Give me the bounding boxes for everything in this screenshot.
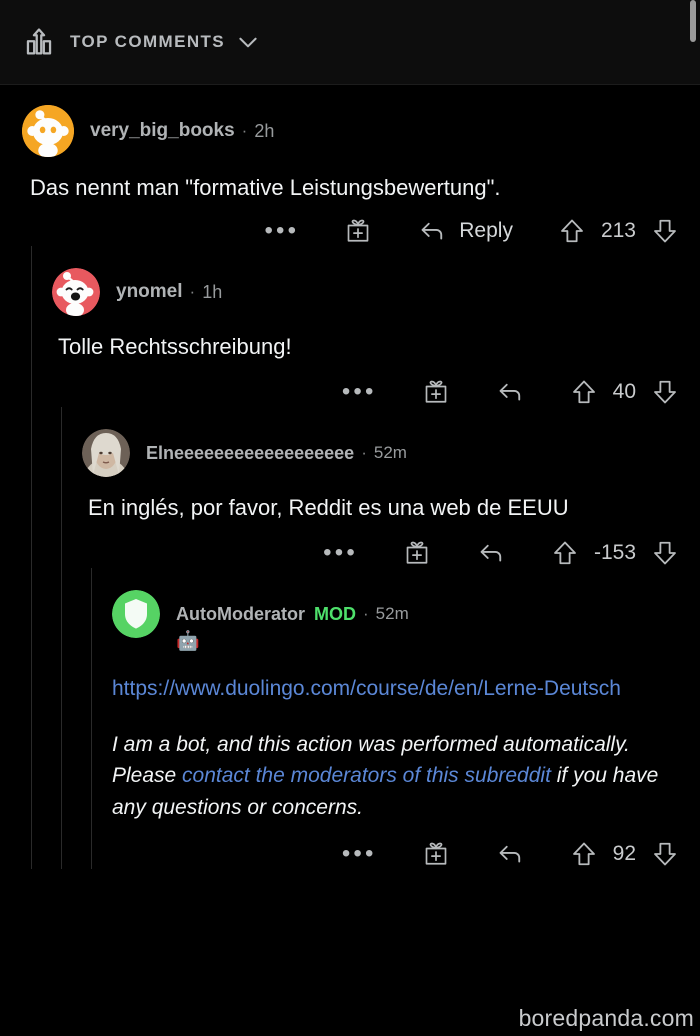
robot-emoji: 🤖	[176, 631, 200, 653]
downvote-button[interactable]	[650, 538, 680, 568]
award-button[interactable]	[402, 538, 432, 568]
upvote-button[interactable]	[550, 538, 580, 568]
downvote-button[interactable]	[650, 377, 680, 407]
comment-header: Elneeeeeeeeeeeeeeeeee · 52m	[82, 429, 680, 478]
comment-header: very_big_books · 2h	[22, 105, 680, 157]
upvote-arrow-icon[interactable]	[550, 538, 580, 568]
comment-age: 1h	[202, 281, 223, 302]
overflow-menu-icon[interactable]: •••	[264, 219, 299, 243]
watermark: boredpanda.com	[518, 1005, 694, 1031]
overflow-menu-icon[interactable]: •••	[342, 380, 377, 404]
comment-header: ynomel · 1h	[52, 268, 680, 317]
comment-age: 2h	[254, 120, 275, 141]
meta-separator: ·	[363, 604, 369, 624]
award-button[interactable]	[421, 377, 451, 407]
award-gift-icon[interactable]	[421, 377, 451, 407]
upvote-button[interactable]	[569, 839, 599, 869]
comment-meta: Elneeeeeeeeeeeeeeeeee · 52m	[146, 443, 407, 464]
reply-arrow-icon[interactable]	[417, 216, 447, 246]
downvote-button[interactable]	[650, 216, 680, 246]
thread-line	[31, 568, 32, 870]
downvote-arrow-icon[interactable]	[650, 216, 680, 246]
disclaimer-link[interactable]: contact the moderators of this subreddit	[182, 764, 551, 787]
upvote-arrow-icon[interactable]	[569, 377, 599, 407]
reply-button[interactable]	[476, 538, 506, 568]
sort-bar-label: TOP COMMENTS	[70, 32, 226, 51]
reply-button[interactable]	[495, 377, 525, 407]
comment-text: En inglés, por favor, Reddit es una web …	[88, 495, 569, 521]
downvote-arrow-icon[interactable]	[650, 839, 680, 869]
award-gift-icon[interactable]	[421, 839, 451, 869]
comment-c3: Elneeeeeeeeeeeeeeeeee · 52m En inglés, por …	[0, 407, 700, 569]
comment-score: -153	[593, 541, 636, 565]
reply-label: Reply	[459, 219, 513, 243]
comment-c2: ynomel · 1h Tolle Rechtsschreibung! ••• 40	[0, 246, 700, 408]
overflow-menu-button[interactable]: •••	[342, 380, 377, 404]
award-button[interactable]	[421, 839, 451, 869]
overflow-menu-button[interactable]: •••	[323, 541, 358, 565]
comment-action-bar: ••• 92	[112, 839, 680, 869]
comment-thread: very_big_books · 2h Das nennt man "formativ…	[0, 85, 700, 870]
upvote-arrow-icon[interactable]	[557, 216, 587, 246]
comment-action-bar: ••• 40	[52, 377, 680, 407]
upvote-button[interactable]	[569, 377, 599, 407]
reply-arrow-icon[interactable]	[476, 538, 506, 568]
comment-score: 92	[612, 842, 636, 866]
comment-c1: very_big_books · 2h Das nennt man "formativ…	[0, 85, 700, 246]
meta-separator: ·	[189, 282, 196, 302]
mod-badge: MOD	[314, 603, 356, 624]
award-gift-icon[interactable]	[402, 538, 432, 568]
comment-meta: ynomel · 1h	[116, 281, 222, 303]
reply-arrow-icon[interactable]	[495, 839, 525, 869]
comment-action-bar: ••• -153	[82, 538, 680, 568]
upvote-button[interactable]	[557, 216, 587, 246]
trending-up-icon	[22, 25, 56, 59]
comment-author[interactable]: ynomel	[116, 281, 183, 303]
comment-text: Tolle Rechtsschreibung!	[58, 334, 292, 360]
downvote-arrow-icon[interactable]	[650, 538, 680, 568]
comment-author[interactable]: AutoModerator	[176, 604, 305, 625]
vertical-scrollbar[interactable]	[690, 0, 696, 42]
thread-line	[61, 568, 62, 870]
avatar[interactable]	[52, 268, 100, 317]
avatar[interactable]	[82, 429, 130, 478]
comment-score: 40	[612, 380, 636, 404]
thread-line	[31, 407, 32, 569]
comment-text: Das nennt man "formative Leistungsbewert…	[30, 175, 501, 200]
comment-link[interactable]: https://www.duolingo.com/course/de/en/Le…	[112, 673, 680, 704]
overflow-menu-button[interactable]: •••	[342, 842, 377, 866]
reply-button[interactable]: Reply	[417, 216, 513, 246]
comment-score: 213	[600, 219, 636, 243]
downvote-arrow-icon[interactable]	[650, 377, 680, 407]
award-button[interactable]	[343, 216, 373, 246]
bot-disclaimer: I am a bot, and this action was performe…	[112, 729, 680, 824]
avatar[interactable]	[112, 590, 160, 639]
comment-c4: AutoModerator MOD · 52m 🤖 https://www.duoling…	[0, 568, 700, 870]
comment-author[interactable]: very_big_books	[90, 120, 235, 142]
comment-age: 52m	[375, 604, 409, 624]
comment-meta: very_big_books · 2h	[90, 120, 274, 142]
sort-bar[interactable]: TOP COMMENTS	[0, 0, 700, 85]
chevron-down-icon[interactable]	[235, 29, 261, 55]
comment-meta: AutoModerator MOD · 52m	[176, 604, 409, 625]
reply-button[interactable]	[495, 839, 525, 869]
overflow-menu-icon[interactable]: •••	[342, 842, 377, 866]
overflow-menu-button[interactable]: •••	[264, 219, 299, 243]
award-gift-icon[interactable]	[343, 216, 373, 246]
comment-age: 52m	[373, 443, 407, 463]
downvote-button[interactable]	[650, 839, 680, 869]
avatar[interactable]	[22, 105, 74, 157]
comment-author[interactable]: Elneeeeeeeeeeeeeeeeee	[146, 443, 354, 464]
upvote-arrow-icon[interactable]	[569, 839, 599, 869]
meta-separator: ·	[241, 121, 248, 140]
comment-action-bar: ••• Reply 213	[22, 216, 680, 246]
reply-arrow-icon[interactable]	[495, 377, 525, 407]
meta-separator: ·	[361, 443, 367, 463]
overflow-menu-icon[interactable]: •••	[323, 541, 358, 565]
